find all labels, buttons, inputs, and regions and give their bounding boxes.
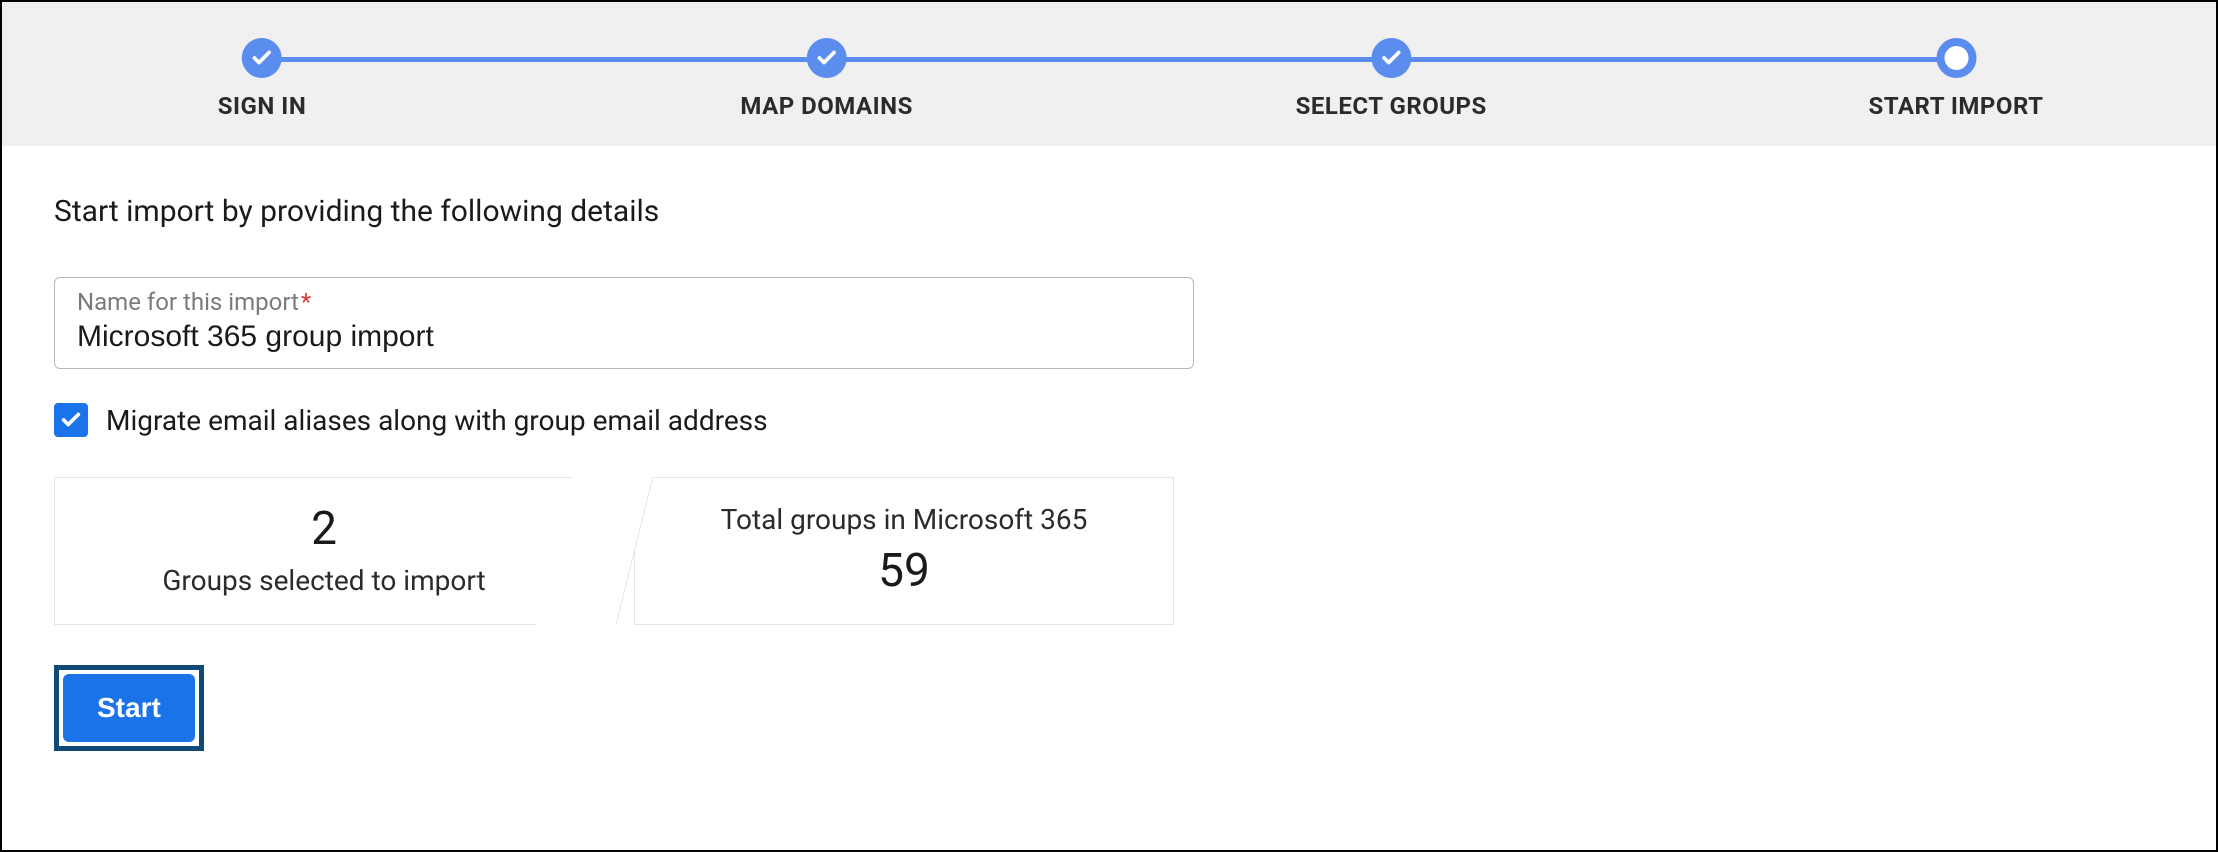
step-label: SIGN IN [218, 92, 307, 120]
check-icon [807, 38, 847, 78]
label-text: Name for this import [77, 288, 299, 316]
start-button-highlight: Start [54, 665, 204, 751]
step-label: SELECT GROUPS [1296, 92, 1487, 120]
import-name-field-wrap[interactable]: Name for this import* [54, 277, 1194, 369]
step-start-import[interactable]: START IMPORT [1869, 38, 2044, 120]
instruction-text: Start import by providing the following … [54, 194, 2164, 229]
migrate-aliases-label: Migrate email aliases along with group e… [106, 404, 768, 437]
stat-selected-groups: 2 Groups selected to import [54, 477, 594, 625]
step-map-domains[interactable]: MAP DOMAINS [740, 38, 913, 120]
migrate-aliases-row: Migrate email aliases along with group e… [54, 403, 2164, 437]
import-name-input[interactable] [77, 320, 1171, 354]
stepper-line [262, 57, 1956, 62]
step-label: MAP DOMAINS [740, 92, 913, 120]
step-select-groups[interactable]: SELECT GROUPS [1296, 38, 1487, 120]
stats-row: 2 Groups selected to import Total groups… [54, 477, 2164, 625]
step-sign-in[interactable]: SIGN IN [218, 38, 307, 120]
import-wizard-window: SIGN IN MAP DOMAINS SELECT GROUPS START … [0, 0, 2218, 852]
import-name-label: Name for this import* [77, 288, 1171, 316]
required-asterisk: * [301, 288, 311, 316]
stat-total-label: Total groups in Microsoft 365 [645, 502, 1163, 538]
stat-selected-label: Groups selected to import [65, 563, 583, 599]
check-icon [60, 409, 82, 431]
start-button[interactable]: Start [63, 674, 195, 742]
migrate-aliases-checkbox[interactable] [54, 403, 88, 437]
content-area: Start import by providing the following … [2, 146, 2216, 799]
stat-total-value: 59 [645, 544, 1163, 599]
check-icon [1371, 38, 1411, 78]
stat-selected-value: 2 [65, 502, 583, 557]
stat-total-groups: Total groups in Microsoft 365 59 [634, 477, 1174, 625]
stepper-bar: SIGN IN MAP DOMAINS SELECT GROUPS START … [2, 2, 2216, 146]
current-step-icon [1936, 38, 1976, 78]
stepper: SIGN IN MAP DOMAINS SELECT GROUPS START … [262, 38, 1956, 118]
check-icon [242, 38, 282, 78]
step-label: START IMPORT [1869, 92, 2044, 120]
